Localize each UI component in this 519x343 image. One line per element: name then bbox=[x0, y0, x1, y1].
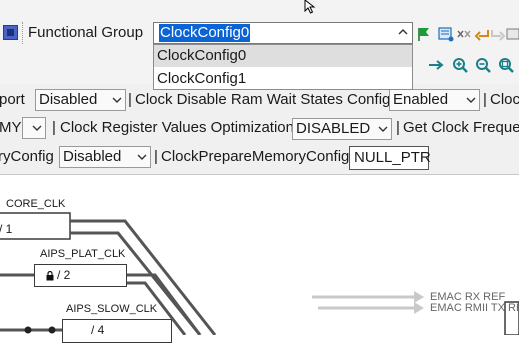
chevron-down-icon[interactable] bbox=[112, 96, 122, 104]
editor-icon[interactable] bbox=[438, 26, 454, 42]
clock-diagram: CORE_CLK / 1 AIPS_PLAT_CLK / 2 AIPS_SLOW… bbox=[0, 175, 519, 343]
row1-separator-2: | bbox=[483, 91, 487, 108]
aips-plat-clk-label: AIPS_PLAT_CLK bbox=[40, 248, 126, 260]
functional-group-icon bbox=[3, 25, 18, 40]
row3-separator: | bbox=[154, 148, 158, 165]
emac-rmii-tx-ref-arrow bbox=[414, 302, 424, 314]
zoom-fit-icon[interactable] bbox=[498, 57, 514, 73]
row2-separator-2: | bbox=[396, 119, 400, 136]
row2-first-select-chevron[interactable] bbox=[22, 117, 46, 139]
rx-tx-icon[interactable] bbox=[456, 26, 472, 42]
chevron-down-icon[interactable] bbox=[378, 125, 388, 133]
row1-clock-label-truncated: Cloc bbox=[490, 91, 519, 108]
functional-group-label: Functional Group bbox=[28, 24, 144, 41]
forward-arrow-icon[interactable] bbox=[490, 26, 506, 42]
row1-lead-label: port bbox=[0, 91, 25, 108]
clock-register-values-optimization-label: Clock Register Values Optimization bbox=[60, 119, 294, 136]
core-clk-label: CORE_CLK bbox=[6, 198, 66, 210]
dropdown-option-clockconfig1[interactable]: ClockConfig1 bbox=[154, 68, 412, 90]
clock-register-values-optimization-select[interactable]: DISABLED bbox=[292, 118, 392, 140]
emac-rmii-tx-ref-label: EMAC RMII TX REF bbox=[430, 302, 519, 314]
functional-group-combo[interactable]: ClockConfig0 bbox=[153, 22, 413, 44]
aips-slow-clk-label: AIPS_SLOW_CLK bbox=[66, 303, 158, 315]
chevron-down-icon[interactable] bbox=[466, 96, 476, 104]
clock-prepare-memory-config-label: ClockPrepareMemoryConfig bbox=[161, 148, 350, 165]
row3-first-select[interactable]: Disabled bbox=[59, 146, 151, 168]
toolbar-separator bbox=[22, 22, 25, 44]
row3-first-select-value: Disabled bbox=[63, 148, 122, 165]
lock-icon bbox=[46, 271, 54, 281]
clock-disable-ram-wait-states-select[interactable]: Enabled bbox=[389, 89, 480, 111]
clock-disable-ram-wait-states-label: Clock Disable Ram Wait States Config bbox=[135, 91, 391, 108]
row2-separator: | bbox=[52, 119, 56, 136]
aips-plat-clk-divider: / 2 bbox=[57, 268, 71, 282]
flag-icon[interactable] bbox=[416, 26, 432, 42]
open-icon[interactable] bbox=[506, 26, 519, 42]
dropdown-option-clockconfig0[interactable]: ClockConfig0 bbox=[154, 45, 412, 67]
chevron-up-icon[interactable] bbox=[398, 27, 408, 37]
zoom-out-icon[interactable] bbox=[475, 57, 491, 73]
aips-slow-clk-box[interactable]: / 4 bbox=[62, 319, 172, 343]
aips-slow-clk-divider: / 4 bbox=[91, 323, 105, 337]
emac-rx-ref-arrow bbox=[414, 291, 424, 303]
clock-disable-ram-wait-states-value: Enabled bbox=[393, 91, 449, 108]
junction-dot bbox=[24, 326, 32, 334]
row1-first-select[interactable]: Disabled bbox=[35, 89, 126, 111]
clock-settings-panel: port Disabled | Clock Disable Ram Wait S… bbox=[0, 84, 519, 175]
mouse-cursor-icon bbox=[304, 0, 316, 14]
clock-prepare-memory-config-input[interactable]: NULL_PTR bbox=[349, 146, 431, 170]
chevron-down-icon[interactable] bbox=[137, 153, 147, 161]
core-clk-divider: / 1 bbox=[0, 222, 13, 236]
row3-lead-label: ryConfig bbox=[0, 148, 54, 165]
clock-register-values-optimization-value: DISABLED bbox=[296, 120, 371, 137]
zoom-in-icon[interactable] bbox=[452, 57, 468, 73]
arrow-right-icon[interactable] bbox=[428, 57, 444, 73]
row2-lead-label: MY bbox=[0, 119, 22, 136]
row1-separator: | bbox=[128, 91, 132, 108]
back-arrow-icon[interactable] bbox=[474, 26, 490, 42]
aips-plat-clk-box[interactable]: / 2 bbox=[34, 264, 127, 287]
row1-first-select-value: Disabled bbox=[39, 91, 98, 108]
junction-dot bbox=[48, 326, 56, 334]
chevron-down-icon[interactable] bbox=[32, 124, 42, 132]
get-clock-frequency-label-truncated: Get Clock Frequen bbox=[403, 119, 519, 136]
functional-group-dropdown: ClockConfig0 ClockConfig1 bbox=[153, 44, 413, 90]
functional-group-selected-value[interactable]: ClockConfig0 bbox=[159, 24, 251, 42]
